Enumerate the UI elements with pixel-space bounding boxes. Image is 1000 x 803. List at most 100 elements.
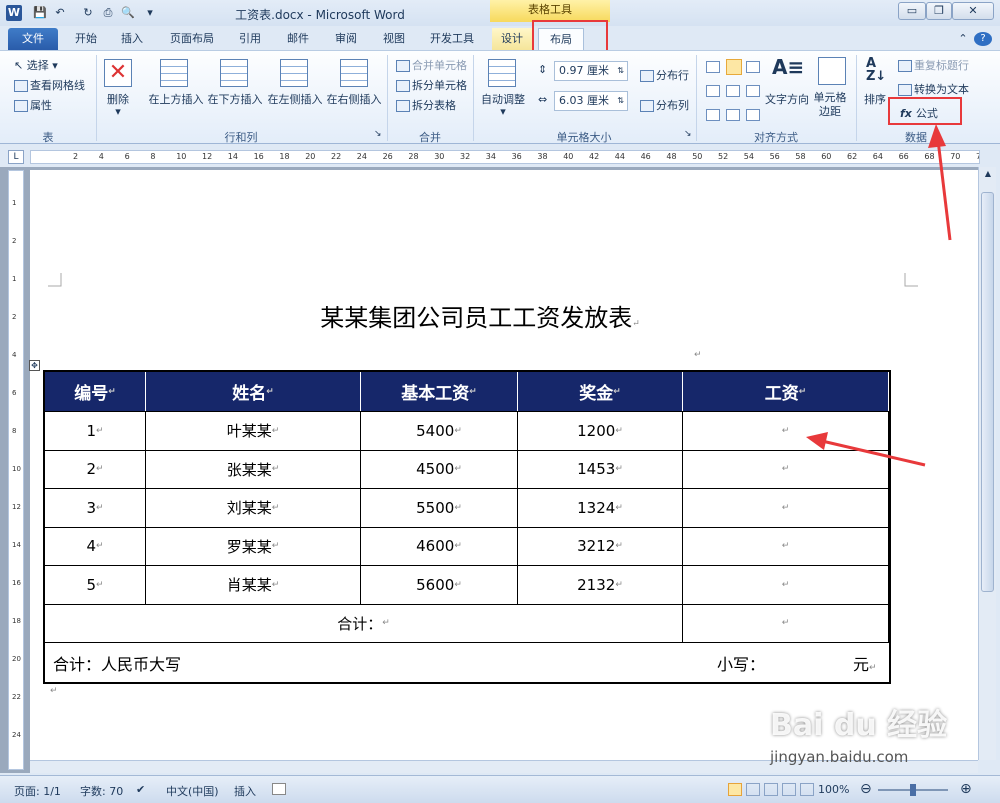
table-cell[interactable]: ↵ xyxy=(683,450,889,488)
select-button[interactable]: ↖ 选择 ▾ xyxy=(14,57,58,73)
tab-developer[interactable]: 开发工具 xyxy=(422,28,482,50)
restore-button[interactable]: ❐ xyxy=(926,2,952,20)
vertical-scroll-thumb[interactable] xyxy=(981,192,994,592)
insert-above-icon[interactable] xyxy=(160,59,188,87)
insert-above-button[interactable]: 在上方插入 xyxy=(146,91,206,107)
insert-right-icon[interactable] xyxy=(340,59,368,87)
table-header-cell[interactable]: 工资 ↵ xyxy=(683,372,889,411)
table-cell[interactable]: 5 ↵ xyxy=(45,566,146,604)
table-cell[interactable]: ↵ xyxy=(683,527,889,565)
table-amount-row[interactable]: 合计：人民币大写 小写： 元↵ xyxy=(45,643,889,682)
scroll-up-icon[interactable]: ▲ xyxy=(981,169,995,183)
tab-home[interactable]: 开始 xyxy=(66,28,106,50)
distribute-columns-button[interactable]: 分布列 xyxy=(640,97,689,113)
salary-table[interactable]: 编号 ↵ 姓名 ↵ 基本工资 ↵ 奖金 ↵ 工资 ↵ 1 ↵ 叶某某 ↵ 5400 ↵ 1200 ↵ ↵ 2 ↵ 张某某 ↵… xyxy=(43,370,891,684)
table-cell[interactable]: 罗某某 ↵ xyxy=(146,527,361,565)
align-top-left-icon[interactable] xyxy=(706,61,720,73)
autofit-icon[interactable] xyxy=(488,59,516,87)
properties-button[interactable]: 属性 xyxy=(14,97,52,113)
tab-insert[interactable]: 插入 xyxy=(112,28,152,50)
convert-to-text-button[interactable]: 转换为文本 xyxy=(898,81,969,97)
vertical-ruler[interactable]: 1 2 1 2 4 6 8 10 12 14 16 18 20 22 24 xyxy=(8,170,24,770)
outline-view-icon[interactable] xyxy=(782,783,796,796)
text-direction-icon[interactable]: A≡ xyxy=(772,55,804,79)
help-icon[interactable]: ? xyxy=(974,32,992,46)
width-spinner-icon[interactable]: ⇅ xyxy=(617,92,624,110)
insert-below-button[interactable]: 在下方插入 xyxy=(205,91,265,107)
document-heading[interactable]: 某某集团公司员工工资发放表↵ xyxy=(0,298,960,333)
horizontal-ruler[interactable]: L 2 4 6 8 10 12 14 16 18 20 22 24 26 28 30 32 34 36 38 40 42… xyxy=(0,147,1000,167)
tab-page-layout[interactable]: 页面布局 xyxy=(162,28,222,50)
insert-left-button[interactable]: 在左侧插入 xyxy=(265,91,325,107)
total-salary-cell[interactable]: ↵ xyxy=(683,604,889,642)
align-middle-right-icon[interactable] xyxy=(746,85,760,97)
merge-cells-button[interactable]: 合并单元格 xyxy=(396,57,467,73)
tab-review[interactable]: 审阅 xyxy=(326,28,366,50)
distribute-rows-button[interactable]: 分布行 xyxy=(640,67,689,83)
table-header-cell[interactable]: 奖金 ↵ xyxy=(518,372,683,411)
table-cell[interactable]: 4 ↵ xyxy=(45,527,146,565)
cell-margins-icon[interactable] xyxy=(818,57,846,85)
zoom-in-icon[interactable]: ⊕ xyxy=(960,781,972,797)
word-count[interactable]: 字数: 70 xyxy=(80,783,123,799)
split-cells-button[interactable]: 拆分单元格 xyxy=(396,77,467,93)
table-cell[interactable]: 刘某某 ↵ xyxy=(146,489,361,527)
align-bottom-center-icon[interactable] xyxy=(726,109,740,121)
text-direction-button[interactable]: 文字方向 xyxy=(762,91,812,107)
align-bottom-left-icon[interactable] xyxy=(706,109,720,121)
table-cell[interactable]: 1 ↵ xyxy=(45,412,146,450)
repeat-header-rows-button[interactable]: 重复标题行 xyxy=(898,57,969,73)
table-cell[interactable]: ↵ xyxy=(683,412,889,450)
tab-file[interactable]: 文件 xyxy=(8,28,58,50)
tab-design[interactable]: 设计 xyxy=(492,28,532,50)
language-status[interactable]: 中文(中国) xyxy=(166,783,219,799)
table-cell[interactable]: 叶某某 ↵ xyxy=(146,412,361,450)
draft-view-icon[interactable] xyxy=(800,783,814,796)
align-top-right-icon[interactable] xyxy=(746,61,760,73)
collapse-ribbon-icon[interactable]: ⌃ xyxy=(956,28,970,50)
table-cell[interactable]: 张某某 ↵ xyxy=(146,450,361,488)
align-bottom-right-icon[interactable] xyxy=(746,109,760,121)
sort-button[interactable]: 排序 xyxy=(860,91,890,107)
close-button[interactable]: ✕ xyxy=(952,2,994,20)
table-cell[interactable]: 1324 ↵ xyxy=(518,489,683,527)
delete-icon[interactable]: ✕ xyxy=(104,59,132,87)
table-cell[interactable]: 4600 ↵ xyxy=(361,527,518,565)
vertical-scrollbar[interactable]: ▲ xyxy=(978,167,996,760)
insert-mode-status[interactable]: 插入 xyxy=(234,783,256,799)
column-width-input[interactable]: 6.03 厘米 ⇅ xyxy=(554,91,628,111)
table-cell[interactable]: 5600 ↵ xyxy=(361,566,518,604)
minimize-button[interactable]: ▭ xyxy=(898,2,926,20)
insert-below-icon[interactable] xyxy=(220,59,248,87)
insert-right-button[interactable]: 在右侧插入 xyxy=(324,91,384,107)
zoom-out-icon[interactable]: ⊖ xyxy=(860,781,872,797)
table-cell[interactable]: ↵ xyxy=(683,566,889,604)
height-spinner-icon[interactable]: ⇅ xyxy=(617,62,624,80)
web-layout-view-icon[interactable] xyxy=(764,783,778,796)
print-layout-view-icon[interactable] xyxy=(728,783,742,796)
table-header-cell[interactable]: 姓名 ↵ xyxy=(146,372,361,411)
align-middle-left-icon[interactable] xyxy=(706,85,720,97)
table-header-cell[interactable]: 基本工资 ↵ xyxy=(361,372,518,411)
tab-references[interactable]: 引用 xyxy=(230,28,270,50)
tab-mailings[interactable]: 邮件 xyxy=(278,28,318,50)
insert-left-icon[interactable] xyxy=(280,59,308,87)
sort-icon[interactable]: A Z↓ xyxy=(866,57,886,83)
split-table-button[interactable]: 拆分表格 xyxy=(396,97,456,113)
table-cell[interactable]: 1200 ↵ xyxy=(518,412,683,450)
view-gridlines-button[interactable]: 查看网格线 xyxy=(14,77,85,93)
table-cell[interactable]: 2132 ↵ xyxy=(518,566,683,604)
rows-cols-launcher-icon[interactable]: ↘ xyxy=(374,129,382,139)
zoom-slider-thumb[interactable] xyxy=(910,784,916,796)
table-cell[interactable]: 3212 ↵ xyxy=(518,527,683,565)
proofing-icon[interactable]: ✔ xyxy=(136,783,145,796)
table-cell[interactable]: 3 ↵ xyxy=(45,489,146,527)
table-cell[interactable]: ↵ xyxy=(683,489,889,527)
row-height-input[interactable]: 0.97 厘米 ⇅ xyxy=(554,61,628,81)
align-center-icon[interactable] xyxy=(726,85,740,97)
total-label-cell[interactable]: 合计： ↵ xyxy=(45,604,683,642)
table-cell[interactable]: 2 ↵ xyxy=(45,450,146,488)
align-top-center-icon[interactable] xyxy=(726,59,742,75)
cell-margins-button[interactable]: 单元格边距 xyxy=(810,91,850,119)
table-move-handle-icon[interactable]: ✥ xyxy=(29,360,40,371)
